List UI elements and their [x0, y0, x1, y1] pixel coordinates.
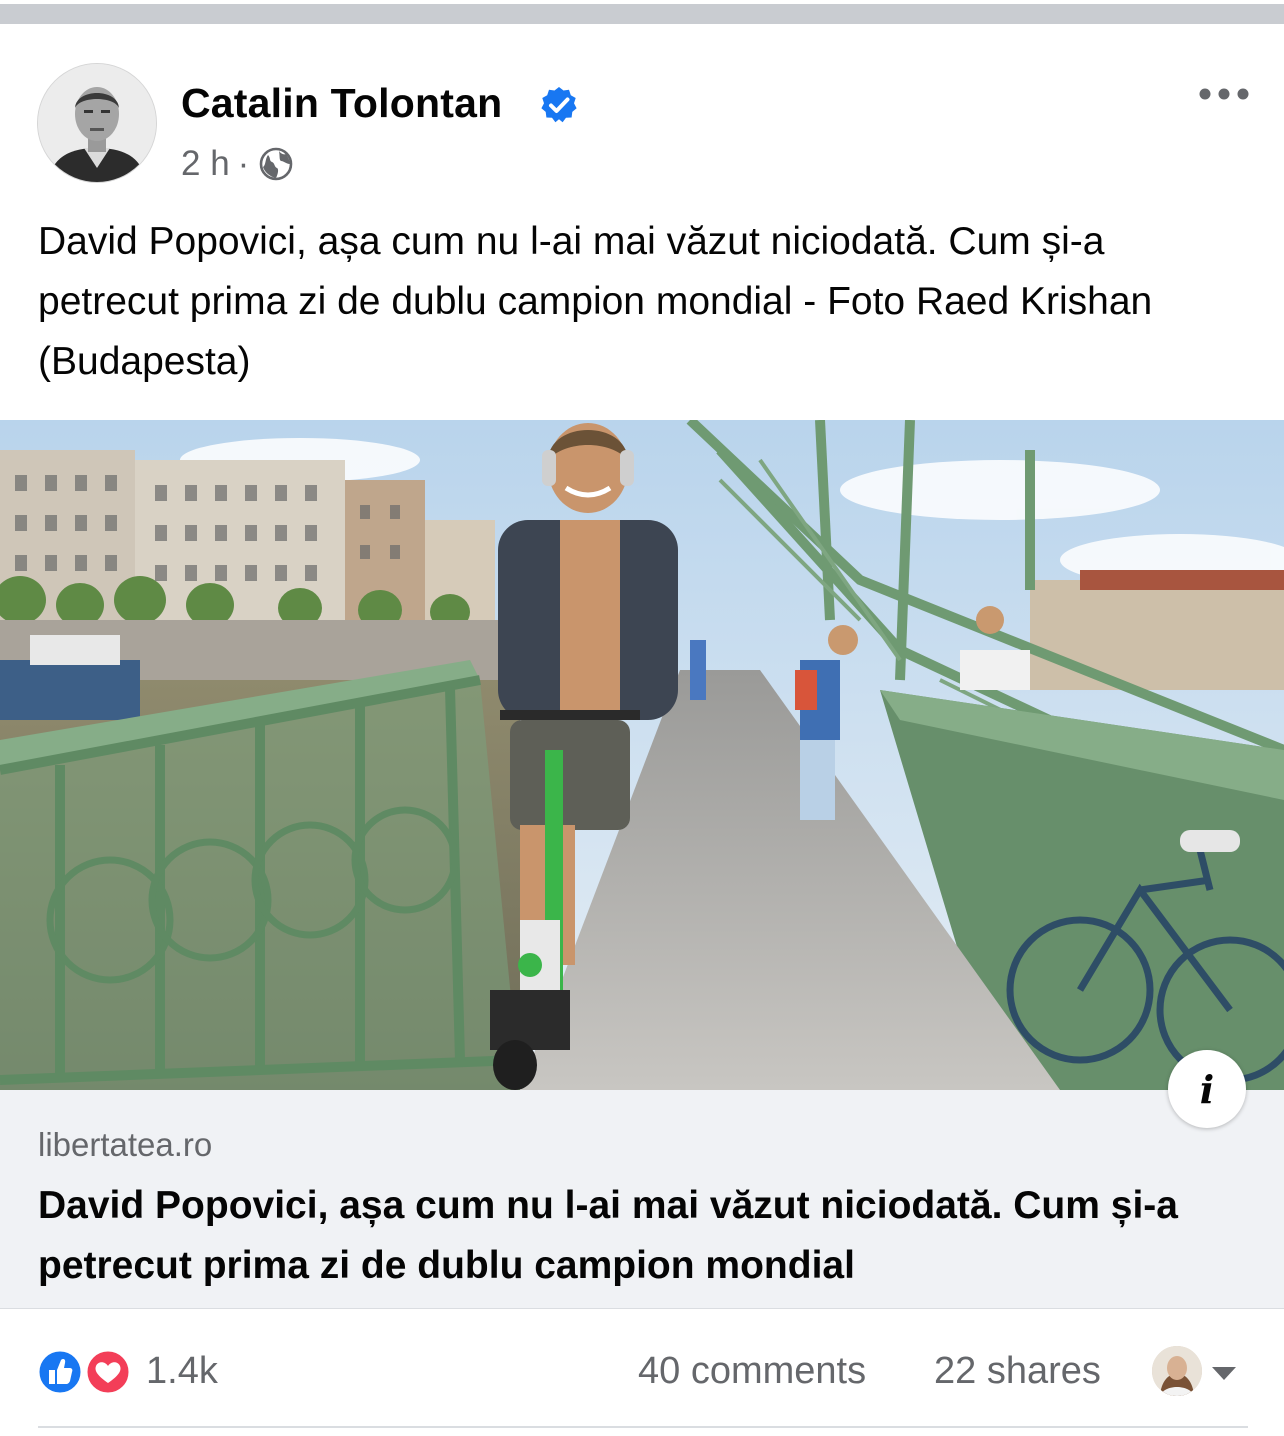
- top-separator: [0, 0, 1284, 28]
- reaction-count[interactable]: 1.4k: [146, 1350, 218, 1393]
- author-avatar[interactable]: [38, 64, 156, 182]
- link-preview-card[interactable]: i libertatea.ro David Popovici, așa cum …: [0, 1050, 1284, 1309]
- link-domain: libertatea.ro: [38, 1126, 213, 1163]
- post-photo[interactable]: [0, 420, 1284, 1090]
- globe-icon: [260, 147, 293, 181]
- meta-separator: ·: [237, 144, 250, 183]
- post-text: David Popovici, așa cum nu l-ai mai văzu…: [38, 220, 1153, 383]
- link-title[interactable]: David Popovici, așa cum nu l-ai mai văzu…: [38, 1176, 1228, 1296]
- love-reaction-icon: [84, 1348, 132, 1396]
- shares-count[interactable]: 22 shares: [934, 1350, 1101, 1393]
- chevron-down-icon[interactable]: [1210, 1364, 1238, 1382]
- post-time[interactable]: 2 h: [181, 144, 230, 184]
- viewer-avatar-portrait: [1152, 1346, 1202, 1396]
- engagement-bar: 1.4k 40 comments 22 shares: [0, 1342, 1284, 1402]
- info-icon: i: [1199, 1066, 1215, 1112]
- verified-badge-icon: [541, 87, 577, 123]
- author-name[interactable]: Catalin Tolontan: [181, 80, 502, 127]
- post-meta: 2 h ·: [181, 144, 293, 184]
- avatar-portrait: [38, 64, 156, 182]
- divider: [38, 1426, 1248, 1428]
- feed-post: Catalin Tolontan 2 h · David Popovici, a…: [0, 28, 1284, 1436]
- comments-count[interactable]: 40 comments: [638, 1350, 866, 1393]
- viewer-avatar[interactable]: [1152, 1346, 1202, 1396]
- more-options-icon[interactable]: [1198, 82, 1250, 106]
- like-reaction-icon: [36, 1348, 84, 1396]
- info-button[interactable]: i: [1168, 1050, 1246, 1128]
- reaction-icons[interactable]: [36, 1348, 136, 1396]
